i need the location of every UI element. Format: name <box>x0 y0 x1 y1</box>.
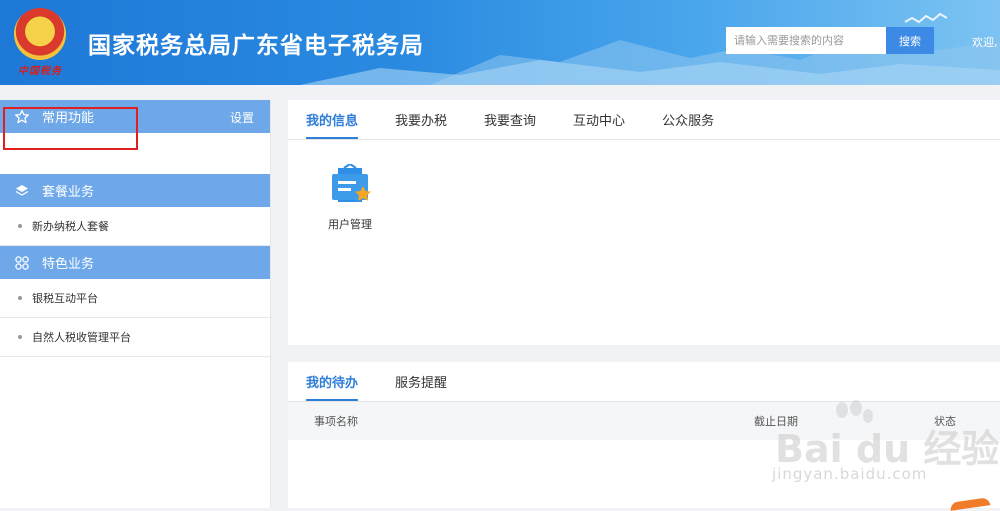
sidebar-section-featured: 特色业务 <box>0 246 270 279</box>
tab-service-reminder[interactable]: 服务提醒 <box>395 372 447 401</box>
todo-tabs: 我的待办 服务提醒 <box>288 362 1000 402</box>
sidebar: 常用功能 设置 套餐业务 新办纳税人套餐 特色业务 银税互动平台 自然人税收管理… <box>0 100 271 508</box>
sidebar-section-package: 套餐业务 <box>0 174 270 207</box>
app-label: 用户管理 <box>328 218 372 231</box>
emblem-caption: 中国税务 <box>18 66 62 77</box>
sidebar-item-natural-person-tax-platform[interactable]: 自然人税收管理平台 <box>0 318 270 357</box>
sidebar-item-label: 银税互动平台 <box>32 292 98 305</box>
bullet-icon <box>18 296 22 300</box>
search-input[interactable] <box>726 27 886 54</box>
sidebar-section-label: 特色业务 <box>42 257 95 272</box>
info-tabs: 我的信息 我要办税 我要查询 互动中心 公众服务 <box>288 100 1000 140</box>
tab-public-service[interactable]: 公众服务 <box>662 110 714 139</box>
grid-icon <box>14 255 30 271</box>
sidebar-item-bank-tax-platform[interactable]: 银税互动平台 <box>0 279 270 318</box>
search-button[interactable]: 搜索 <box>886 27 934 54</box>
tab-handle-tax[interactable]: 我要办税 <box>395 110 447 139</box>
column-header-item-name: 事项名称 <box>314 415 358 428</box>
tab-my-info[interactable]: 我的信息 <box>306 110 359 139</box>
app-user-management[interactable]: 用户管理 <box>324 162 376 232</box>
highlight-annotation-box <box>3 107 138 150</box>
sidebar-item-label: 新办纳税人套餐 <box>32 220 109 233</box>
sidebar-item-label: 自然人税收管理平台 <box>32 331 131 344</box>
bullet-icon <box>18 335 22 339</box>
tab-interaction-center[interactable]: 互动中心 <box>573 110 625 139</box>
user-card-icon <box>328 162 372 210</box>
sidebar-item-new-taxpayer-package[interactable]: 新办纳税人套餐 <box>0 207 270 246</box>
welcome-text: 欢迎, <box>972 36 998 49</box>
sidebar-section-label: 套餐业务 <box>42 185 95 200</box>
settings-link[interactable]: 设置 <box>230 109 254 126</box>
my-info-panel: 我的信息 我要办税 我要查询 互动中心 公众服务 用户管理 <box>288 100 1000 345</box>
layers-icon <box>14 183 30 199</box>
tab-query[interactable]: 我要查询 <box>484 110 536 139</box>
watermark-url: jingyan.baidu.com <box>772 465 928 483</box>
tab-my-todo[interactable]: 我的待办 <box>306 372 359 401</box>
top-banner: 中国税务 国家税务总局广东省电子税务局 搜索 欢迎, <box>0 0 1000 85</box>
bullet-icon <box>18 224 22 228</box>
tax-emblem-logo <box>14 8 66 60</box>
site-title: 国家税务总局广东省电子税务局 <box>88 33 424 59</box>
